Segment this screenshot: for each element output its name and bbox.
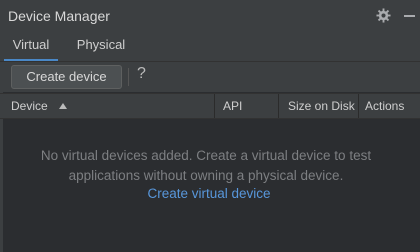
tab-physical[interactable]: Physical xyxy=(68,31,134,61)
window-title: Device Manager xyxy=(8,7,110,24)
table-header: Device API Size on Disk Actions xyxy=(0,93,420,119)
tab-virtual-label: Virtual xyxy=(12,37,50,52)
tab-virtual[interactable]: Virtual xyxy=(0,31,62,61)
column-actions-label: Actions xyxy=(365,99,405,113)
column-header-api[interactable]: API xyxy=(214,94,278,118)
empty-state: No virtual devices added. Create a virtu… xyxy=(0,118,420,252)
tab-strip: Virtual Physical xyxy=(0,31,420,62)
gear-icon[interactable] xyxy=(376,8,391,23)
toolbar-separator xyxy=(128,68,129,86)
column-size-label: Size on Disk xyxy=(288,99,355,113)
column-api-label: API xyxy=(223,99,243,113)
title-bar: Device Manager xyxy=(0,0,420,31)
empty-state-line-2: applications without owning a physical d… xyxy=(68,168,344,183)
create-device-button[interactable]: Create device xyxy=(11,65,122,89)
column-header-device[interactable]: Device xyxy=(3,94,214,118)
create-virtual-device-link[interactable]: Create virtual device xyxy=(0,186,418,201)
tab-selected-indicator xyxy=(4,59,58,61)
sort-ascending-icon xyxy=(59,103,68,109)
column-header-size-on-disk[interactable]: Size on Disk xyxy=(278,94,358,118)
column-header-actions[interactable]: Actions xyxy=(358,94,420,118)
help-icon[interactable]: ? xyxy=(137,65,146,83)
toolbar: Create device ? xyxy=(0,62,420,92)
empty-state-line-1: No virtual devices added. Create a virtu… xyxy=(40,148,372,163)
tab-physical-label: Physical xyxy=(76,37,126,52)
empty-state-message: No virtual devices added. Create a virtu… xyxy=(0,146,412,186)
minimize-icon[interactable] xyxy=(404,15,415,17)
column-device-label: Device xyxy=(11,99,48,113)
